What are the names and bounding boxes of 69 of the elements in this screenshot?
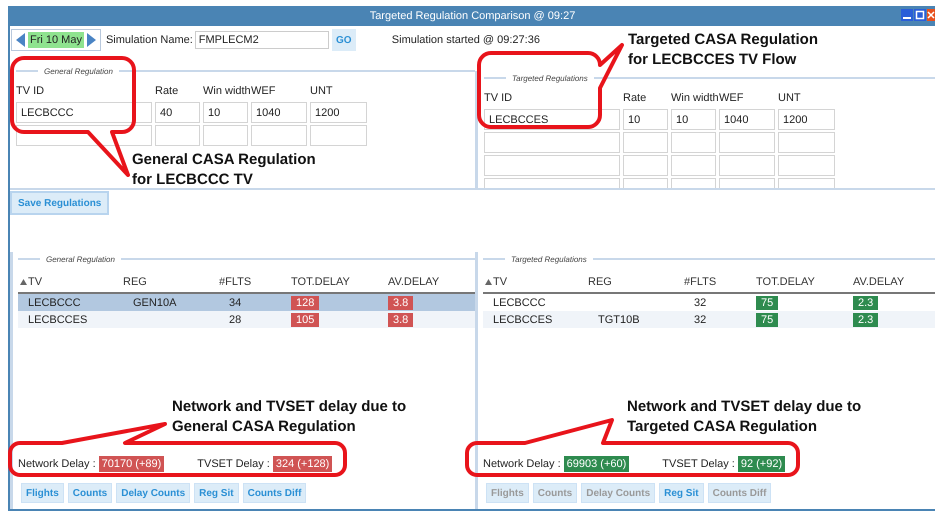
- delay-value: 324 (+128): [272, 456, 332, 472]
- table-cell-text: 32: [693, 314, 708, 326]
- column-label: TV ID: [16, 84, 46, 99]
- column-header[interactable]: AV.DELAY: [853, 276, 904, 288]
- delay-value: 69903 (+60): [564, 456, 630, 472]
- table-cell-text: TGT10B: [597, 314, 641, 326]
- delay-value: 70170 (+89): [98, 456, 164, 472]
- table-cell-text: LECBCCES: [492, 314, 554, 326]
- window-title: Targeted Regulation Comparison @ 09:27: [370, 10, 576, 22]
- input-field[interactable]: 10: [671, 109, 716, 130]
- table-cell-text: LECBCCES: [27, 314, 88, 326]
- input-field[interactable]: 1200: [310, 102, 367, 123]
- delay-value: 3.8: [388, 312, 414, 326]
- delay-value: 75: [756, 312, 778, 326]
- table-row[interactable]: LECBCCC GEN10A 34 128 3.8: [18, 294, 475, 311]
- column-header[interactable]: REG: [123, 276, 147, 288]
- delay-value: 128: [291, 296, 320, 310]
- column-header[interactable]: AV.DELAY: [388, 276, 440, 288]
- column-label: Rate: [623, 91, 648, 106]
- annotation-text: General CASA Regulation for LECBCCC TV: [132, 150, 316, 190]
- input-field[interactable]: 1040: [719, 109, 775, 130]
- column-header[interactable]: TV: [28, 276, 42, 288]
- section-legend: General Regulation: [46, 254, 115, 264]
- delay-label: TVSET Delay :: [662, 458, 735, 470]
- simulation-name-field[interactable]: FMPLECM2: [194, 31, 329, 49]
- delay-label: Network Delay :: [18, 458, 96, 470]
- annotation-text: Targeted CASA Regulation for LECBCCES TV Flow: [628, 30, 818, 70]
- column-label: UNT: [778, 91, 802, 106]
- section-legend: Targeted Regulations: [512, 74, 588, 82]
- delay-value: 105: [291, 312, 320, 326]
- annotation-text: Network and TVSET delay due to Targeted CASA Regulation: [627, 397, 862, 437]
- column-label: Rate: [155, 84, 180, 99]
- column-label: UNT: [310, 84, 334, 99]
- table-cell-text: GEN10A: [132, 296, 178, 308]
- column-header[interactable]: TOT.DELAY: [291, 276, 350, 288]
- column-label: WEF: [251, 84, 276, 99]
- delay-label: Network Delay :: [483, 458, 561, 470]
- input-field[interactable]: 40: [155, 102, 200, 123]
- date-label: Fri 10 May: [28, 32, 84, 48]
- simulation-status: Simulation started @ 09:27:36: [392, 34, 540, 46]
- column-label: TV ID: [484, 91, 514, 106]
- field-label: Simulation Name:: [106, 34, 193, 46]
- column-label: WEF: [719, 91, 744, 106]
- input-field[interactable]: LECBCCC: [16, 102, 152, 123]
- delay-value: 2.3: [853, 296, 878, 310]
- column-header[interactable]: #FLTS: [684, 276, 716, 288]
- input-field[interactable]: 1200: [778, 109, 835, 130]
- input-field[interactable]: 10: [623, 109, 668, 130]
- delay-value: 75: [756, 296, 778, 310]
- table-cell-text: LECBCCC: [27, 296, 82, 308]
- table-row[interactable]: LECBCCES TGT10B 32 75 2.3: [483, 311, 935, 328]
- table-cell-text: 28: [228, 314, 242, 326]
- delay-value: 3.8: [388, 296, 414, 310]
- table-cell-text: 32: [693, 296, 708, 308]
- annotation-text: Network and TVSET delay due to General CASA Regulation: [172, 397, 406, 437]
- delay-value: 2.3: [853, 312, 878, 326]
- table-row[interactable]: LECBCCES 28 105 3.8: [18, 311, 475, 328]
- column-header[interactable]: TOT.DELAY: [756, 276, 815, 288]
- section-legend: General Regulation: [44, 66, 113, 76]
- table-cell-text: LECBCCC: [492, 296, 547, 308]
- input-field[interactable]: 1040: [251, 102, 307, 123]
- delay-value: 92 (+92): [738, 456, 786, 472]
- column-header[interactable]: #FLTS: [219, 276, 252, 288]
- column-header[interactable]: REG: [588, 276, 612, 288]
- section-legend: Targeted Regulations: [511, 254, 587, 264]
- delay-label: TVSET Delay :: [197, 458, 270, 470]
- input-field[interactable]: 10: [203, 102, 248, 123]
- column-header[interactable]: TV: [493, 276, 508, 288]
- table-cell-text: 34: [228, 296, 242, 308]
